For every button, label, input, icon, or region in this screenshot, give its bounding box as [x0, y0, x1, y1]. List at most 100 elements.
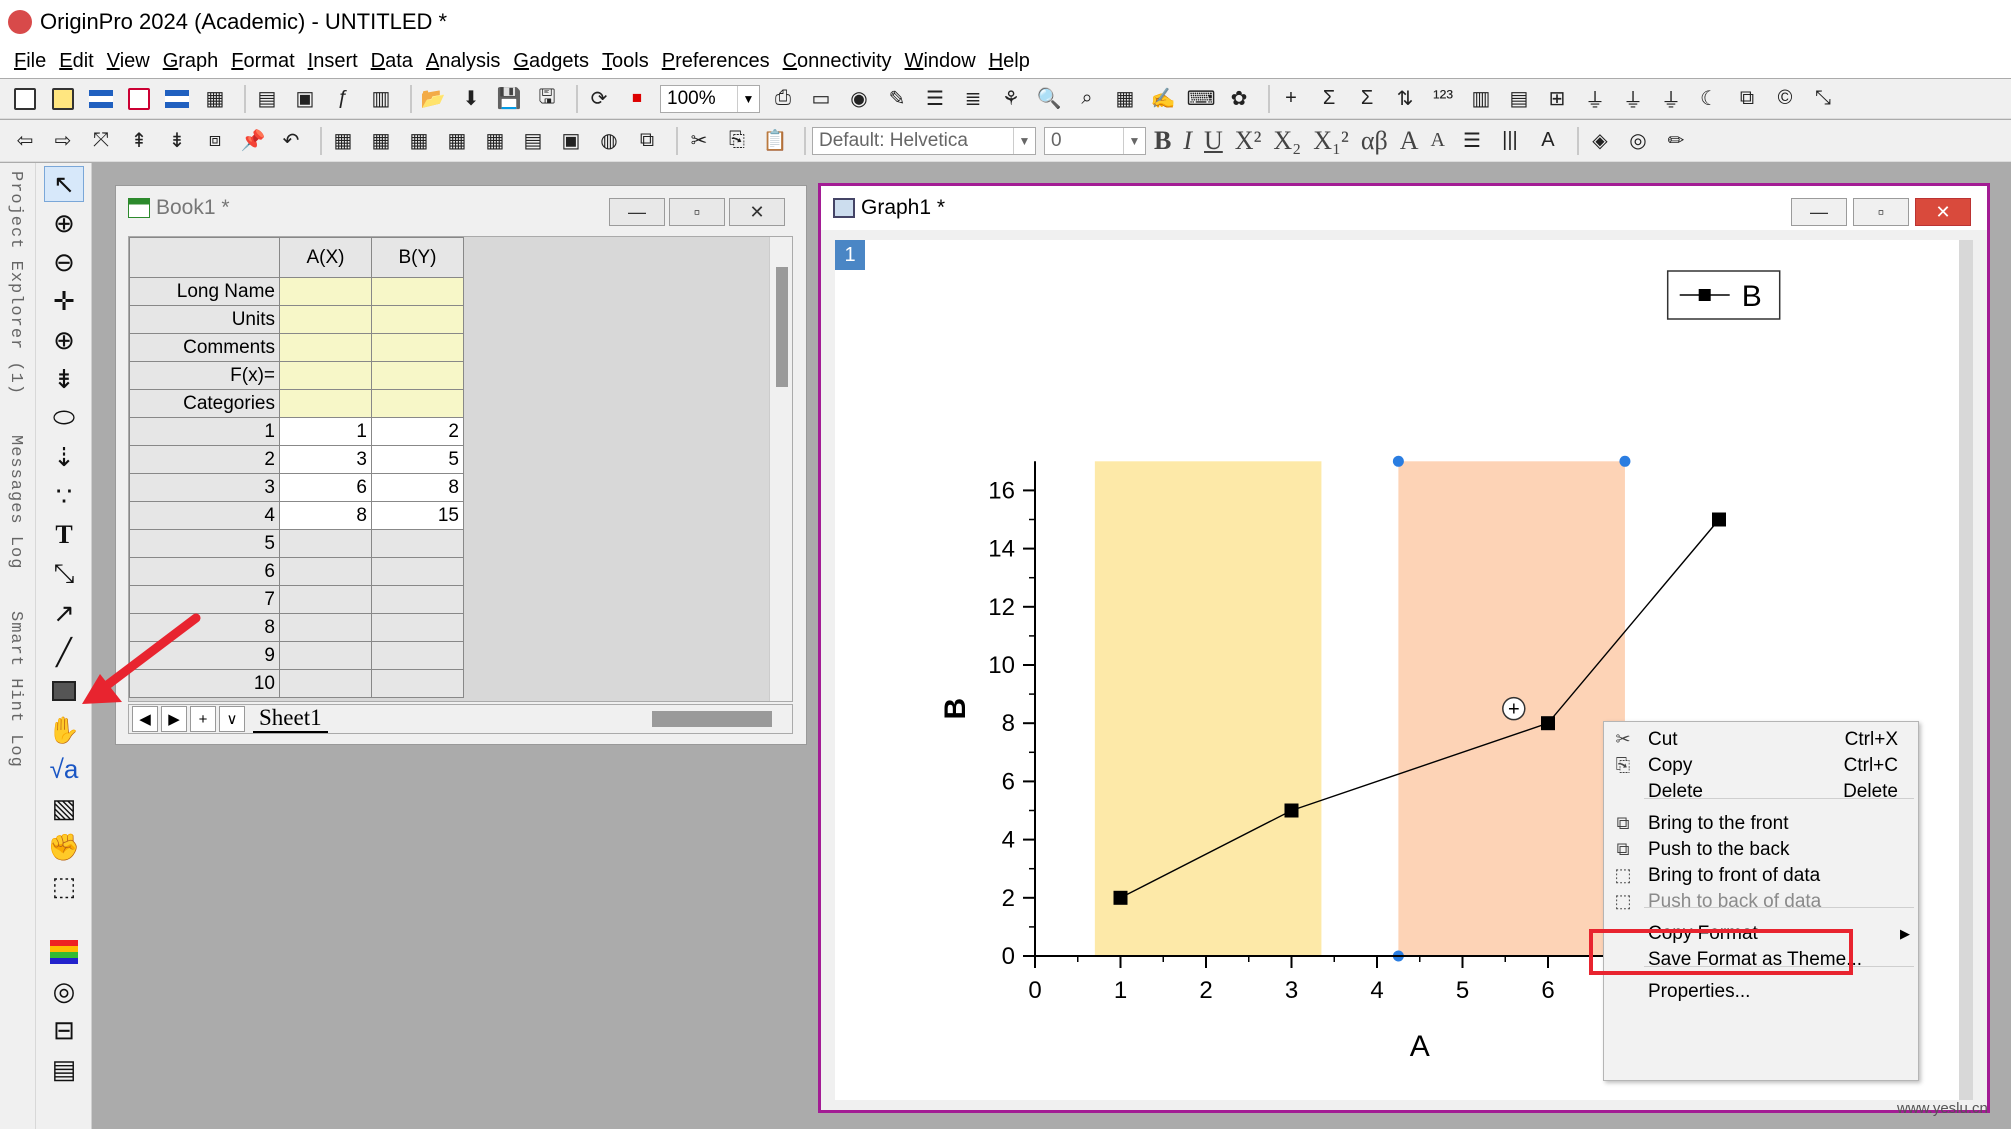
menu-item-insert[interactable]: Insert	[308, 50, 358, 73]
data-cell[interactable]	[371, 613, 464, 642]
copy-icon[interactable]: ⎘	[722, 126, 752, 156]
data-cell[interactable]: 6	[279, 473, 372, 502]
data-cell[interactable]	[279, 557, 372, 586]
meta-cell[interactable]	[279, 305, 372, 334]
data-cell[interactable]	[279, 669, 372, 698]
menu-item-connectivity[interactable]: Connectivity	[783, 50, 892, 73]
highlight-band[interactable]	[1094, 461, 1322, 956]
bar-chart-icon[interactable]: ▤	[1504, 84, 1534, 114]
zoom-out-tool-icon[interactable]: ⊖	[44, 244, 84, 280]
superscript-button[interactable]: X²	[1235, 126, 1262, 156]
menu-item-edit[interactable]: Edit	[59, 50, 93, 73]
italic-button[interactable]: I	[1183, 126, 1192, 156]
screen-reader-icon[interactable]: ⊕	[44, 322, 84, 358]
meta-cell[interactable]	[371, 305, 464, 334]
scale-icon[interactable]: ⤧	[86, 126, 116, 156]
meta-row-header[interactable]: Long Name	[129, 277, 280, 306]
column-header[interactable]: B(Y)	[371, 237, 464, 278]
font-select[interactable]: Default: Helvetica ▼	[812, 126, 1036, 155]
horizontal-scrollbar[interactable]	[652, 711, 772, 727]
move-up-icon[interactable]: ⇞	[124, 126, 154, 156]
color-scale-icon[interactable]	[44, 934, 84, 970]
meta-row-header[interactable]: Comments	[129, 333, 280, 362]
minimize-button[interactable]: —	[609, 198, 665, 226]
sum-icon[interactable]: Σ	[1314, 84, 1344, 114]
decrease-font-button[interactable]: A	[1431, 129, 1445, 152]
equation-tool-icon[interactable]: √a	[44, 751, 84, 787]
fill-color-icon[interactable]: ◈	[1585, 126, 1615, 156]
menu-item-data[interactable]: Data	[371, 50, 413, 73]
region-of-interest-icon[interactable]: ⬭	[44, 400, 84, 436]
new-matrix-icon[interactable]	[162, 84, 192, 114]
slide-show-icon[interactable]: ▭	[806, 84, 836, 114]
tab-sheet1[interactable]: Sheet1	[253, 705, 328, 733]
arrow-right-icon[interactable]: ⇨	[48, 126, 78, 156]
new-notes-icon[interactable]: ▤	[252, 84, 282, 114]
import-icon[interactable]: ⬇	[456, 84, 486, 114]
data-point[interactable]	[1541, 716, 1555, 731]
layer-icon[interactable]: ⧉	[632, 126, 662, 156]
meta-cell[interactable]	[279, 361, 372, 390]
meta-cell[interactable]	[371, 277, 464, 306]
pointer-tool-icon[interactable]: ↖	[44, 166, 84, 202]
zoom-in-tool-icon[interactable]: ⊕	[44, 205, 84, 241]
data-cell[interactable]: 2	[371, 417, 464, 446]
data-cell[interactable]	[279, 529, 372, 558]
menu-item-help[interactable]: Help	[989, 50, 1030, 73]
group-icon[interactable]: ⧈	[200, 126, 230, 156]
bar-pattern-icon[interactable]: |||	[1495, 126, 1525, 156]
text-tool-icon[interactable]: T	[44, 517, 84, 553]
x-axis-title[interactable]: A	[1410, 1030, 1430, 1063]
meta-row-header[interactable]: Categories	[129, 389, 280, 418]
sheet-list-icon[interactable]: ∨	[219, 706, 245, 732]
data-cell[interactable]	[279, 585, 372, 614]
row-header[interactable]: 3	[129, 473, 280, 502]
menu-item-analysis[interactable]: Analysis	[426, 50, 500, 73]
rescale-icon[interactable]: ⤡	[1808, 84, 1838, 114]
data-point[interactable]	[1284, 803, 1299, 818]
data-cell[interactable]	[371, 557, 464, 586]
moon-icon[interactable]: ☾	[1694, 84, 1724, 114]
smart-hint-log-tab[interactable]: Smart Hint Log	[6, 611, 25, 768]
project-explorer-tab[interactable]: Project Explorer (1)	[6, 171, 25, 395]
meta-row-header[interactable]: Units	[129, 305, 280, 334]
messages-log-tab[interactable]: Messages Log	[6, 435, 25, 569]
filter-clear-icon[interactable]: ⏚	[1656, 84, 1686, 114]
filter-icon[interactable]: ⏚	[1580, 84, 1610, 114]
script-window-icon[interactable]: ⌨	[1186, 84, 1216, 114]
menu-item-tools[interactable]: Tools	[602, 50, 649, 73]
new-3d-icon[interactable]: ▦	[200, 84, 230, 114]
column-header[interactable]: A(X)	[279, 237, 372, 278]
3d-rotate-icon[interactable]: ⬚	[44, 868, 84, 904]
menu-item-graph[interactable]: Graph	[163, 50, 219, 73]
color-manager-icon[interactable]: ◉	[844, 84, 874, 114]
meta-row-header[interactable]: F(x)=	[129, 361, 280, 390]
column-props-icon[interactable]: ▤	[518, 126, 548, 156]
move-down-icon[interactable]: ⇟	[162, 126, 192, 156]
new-graph-icon[interactable]	[124, 84, 154, 114]
line-arrow-tool-icon[interactable]: ⤡	[44, 556, 84, 592]
close-button[interactable]: ✕	[729, 198, 785, 226]
graph-insert-icon[interactable]: ▧	[44, 790, 84, 826]
pin-icon[interactable]: 📌	[238, 126, 268, 156]
underline-button[interactable]: U	[1204, 126, 1223, 156]
meta-cell[interactable]	[371, 361, 464, 390]
layer-manager-icon[interactable]: ⊟	[44, 1012, 84, 1048]
data-cell[interactable]	[279, 613, 372, 642]
data-cell[interactable]	[279, 641, 372, 670]
data-cell[interactable]	[371, 641, 464, 670]
increase-font-button[interactable]: A	[1400, 126, 1419, 156]
data-cell[interactable]: 1	[279, 417, 372, 446]
add-column-icon[interactable]: +	[1276, 84, 1306, 114]
number-column-icon[interactable]: ▦	[366, 126, 396, 156]
duplicate-icon[interactable]: ⧉	[1732, 84, 1762, 114]
corner-cell[interactable]	[129, 237, 280, 278]
code-builder-icon[interactable]: ✎	[882, 84, 912, 114]
data-cell[interactable]: 3	[279, 445, 372, 474]
contour-icon[interactable]: ◎	[44, 973, 84, 1009]
line-color-icon[interactable]: ✏	[1661, 126, 1691, 156]
grouped-chart-icon[interactable]: ⊞	[1542, 84, 1572, 114]
recalculate-icon[interactable]: ⟳	[584, 84, 614, 114]
meta-cell[interactable]	[371, 389, 464, 418]
set-xy-icon[interactable]: ▦	[404, 126, 434, 156]
